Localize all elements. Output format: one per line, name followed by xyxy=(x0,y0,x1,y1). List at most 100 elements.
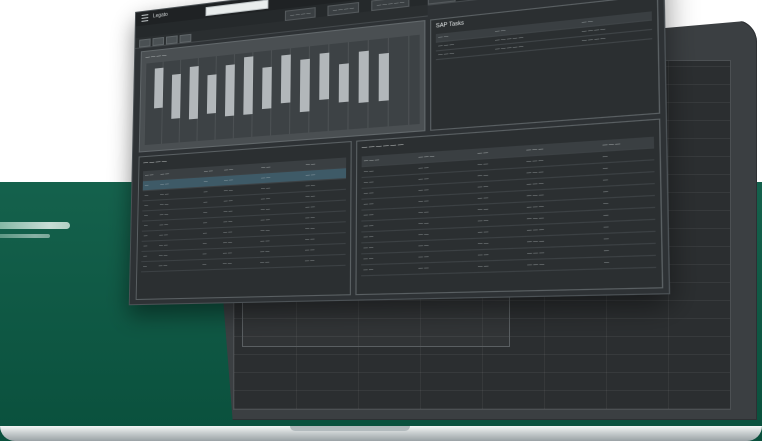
details-panel: — — — — — — — — — — — — — — — — — — — — … xyxy=(355,118,664,296)
cell: — — — xyxy=(527,261,545,268)
column-header[interactable]: — — xyxy=(438,34,448,39)
cell: — — — xyxy=(527,250,545,256)
cell: — — xyxy=(160,181,169,187)
cell: — xyxy=(144,213,148,218)
cell: — — xyxy=(223,187,233,193)
schedule-title: — — — — xyxy=(145,52,167,60)
cell: — — xyxy=(305,225,315,231)
cell: — xyxy=(603,200,609,206)
gantt-bar[interactable] xyxy=(261,66,272,110)
cell: — — — — xyxy=(581,26,606,34)
gantt-bar[interactable] xyxy=(224,64,235,117)
gantt-bar[interactable] xyxy=(358,50,369,103)
cell: — — xyxy=(477,229,489,235)
cell: — xyxy=(144,192,149,198)
gantt-bar[interactable] xyxy=(154,67,164,109)
toolbar-button-4[interactable] xyxy=(179,33,192,44)
cell: — — — xyxy=(526,169,544,175)
toolbar-button-1[interactable] xyxy=(139,38,151,48)
cell: — — xyxy=(304,258,315,263)
cell: — — xyxy=(159,222,169,227)
gantt-chart[interactable] xyxy=(143,34,420,146)
cell: — — xyxy=(477,240,489,246)
column-header[interactable]: — — — xyxy=(526,146,543,152)
cell: — xyxy=(144,203,149,208)
cell: — — — — xyxy=(581,35,606,43)
cell: — xyxy=(603,188,609,194)
cell: — — xyxy=(363,267,374,272)
toolbar-button-3[interactable] xyxy=(165,35,178,45)
cell: — — xyxy=(477,206,489,212)
cell: — — xyxy=(418,176,429,182)
cell: — — — xyxy=(526,203,544,210)
app-window: Legato Legato — — — — — — — — — — — — — … xyxy=(128,0,671,306)
gantt-bar[interactable] xyxy=(319,52,330,100)
gantt-bar[interactable] xyxy=(280,54,291,104)
cell: — — xyxy=(305,236,315,242)
cell: — — xyxy=(363,190,374,196)
toolbar-button-2[interactable] xyxy=(152,36,165,47)
column-header[interactable]: — — xyxy=(145,173,153,178)
cell: — — xyxy=(260,238,270,244)
column-header[interactable]: — — xyxy=(204,169,213,174)
cell: — xyxy=(203,199,208,205)
gantt-bar[interactable] xyxy=(243,56,254,115)
column-header[interactable]: — — xyxy=(261,165,270,170)
reflection-glint-small xyxy=(0,234,50,238)
column-header[interactable]: — — xyxy=(224,167,233,172)
app-window-wrapper: Legato Legato — — — — — — — — — — — — — … xyxy=(128,0,671,306)
cell: — — xyxy=(363,212,374,218)
cell: — — xyxy=(477,252,489,258)
gantt-bar[interactable] xyxy=(206,74,217,114)
column-header[interactable]: — — — xyxy=(602,141,620,147)
cell: — xyxy=(143,264,147,269)
cell: — — xyxy=(160,191,169,197)
cell: — xyxy=(602,177,608,183)
cell: — xyxy=(602,153,608,159)
orders-panel: — — — — — — — — — — — — — — — — — — — — … xyxy=(135,140,352,301)
cell: — xyxy=(202,261,207,267)
column-header[interactable]: — — — xyxy=(364,157,379,162)
cell: — xyxy=(202,251,207,256)
cell: — — xyxy=(260,227,270,233)
cell: — — xyxy=(418,220,429,226)
gantt-bar[interactable] xyxy=(171,73,181,119)
cell: — — — xyxy=(526,157,544,164)
cell: — — xyxy=(418,243,429,248)
tasks-panel: SAP Tasks — — — — — — — — — — — — — — — … xyxy=(430,0,661,131)
cell: — — xyxy=(223,177,233,183)
cell: — xyxy=(143,233,148,238)
hamburger-icon[interactable] xyxy=(141,14,149,22)
cell: — — xyxy=(418,198,429,204)
tab-4[interactable]: — — — xyxy=(427,0,456,5)
cell: — — xyxy=(260,196,271,201)
cell: — xyxy=(202,230,207,236)
cell: — — xyxy=(158,263,168,268)
gantt-bar[interactable] xyxy=(188,66,199,120)
column-header[interactable]: — — xyxy=(160,171,169,176)
cell: — — xyxy=(305,172,316,178)
cell: — — xyxy=(363,234,374,239)
cell: — — xyxy=(305,215,315,220)
gantt-bar[interactable] xyxy=(338,63,349,103)
cell: — — xyxy=(260,217,270,223)
cell: — — xyxy=(418,231,429,237)
cell: — xyxy=(603,212,609,218)
cell: — — xyxy=(477,217,489,223)
column-header[interactable]: — — xyxy=(306,162,315,167)
cell: — xyxy=(604,259,610,265)
column-header[interactable]: — — xyxy=(582,19,593,25)
reflection-glint xyxy=(0,222,70,229)
gantt-bar[interactable] xyxy=(378,52,389,102)
cell: — — xyxy=(477,263,489,269)
gantt-bar[interactable] xyxy=(299,58,310,113)
column-header[interactable]: — — xyxy=(495,28,505,34)
column-header[interactable]: — — — xyxy=(418,154,434,159)
cell: — — xyxy=(222,261,232,266)
cell: — — xyxy=(223,219,233,224)
cell: — — — — — xyxy=(495,34,524,43)
cell: — — xyxy=(222,250,232,256)
column-header[interactable]: — — xyxy=(477,150,487,155)
cell: — — — xyxy=(526,180,544,187)
cell: — — xyxy=(418,187,429,193)
